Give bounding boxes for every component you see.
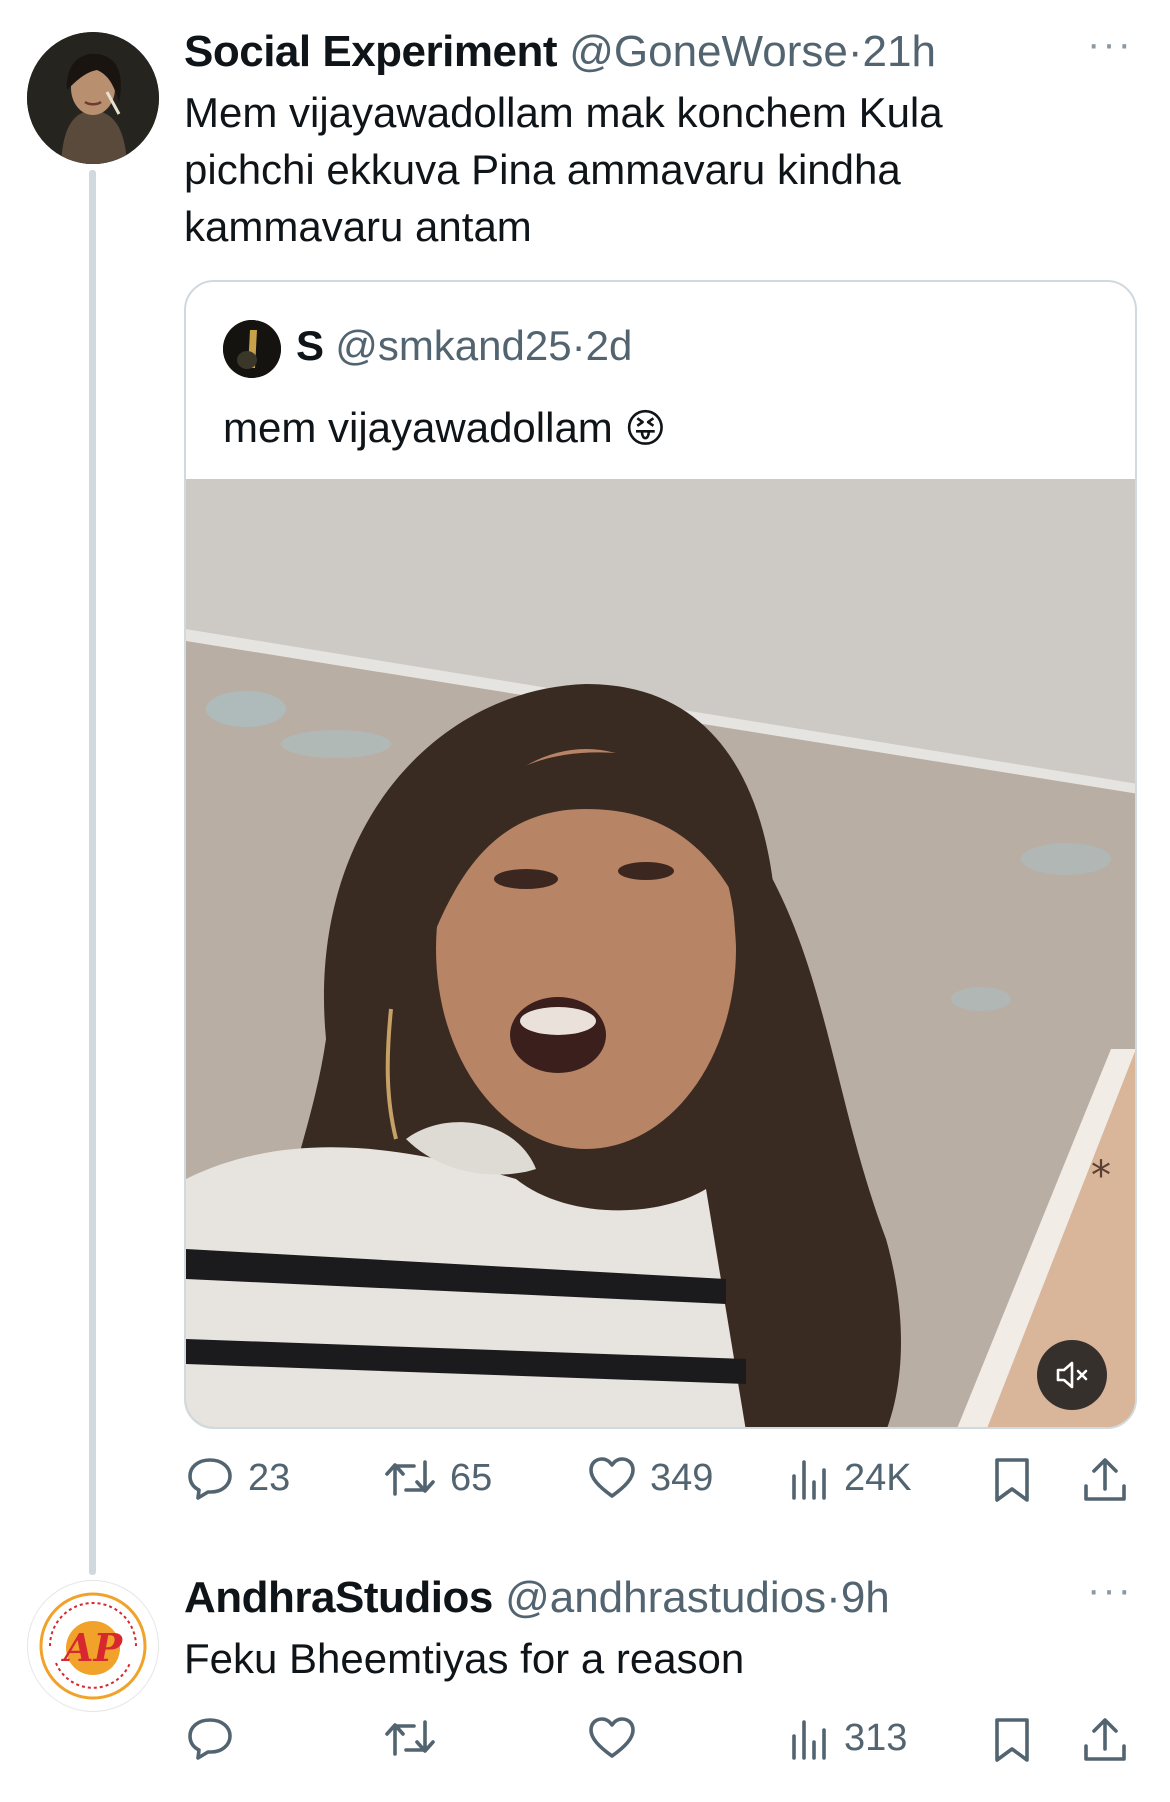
quoted-video[interactable]: *	[186, 479, 1135, 1427]
tweet1-views-button[interactable]: 24K	[790, 1456, 912, 1500]
quote-text-content: mem vijayawadollam	[223, 404, 613, 451]
tweet1-reply-button[interactable]: 23	[186, 1456, 290, 1500]
tweet1-repost-count: 65	[450, 1456, 493, 1499]
tweet1-text-line: pichchi ekkuva Pina ammavaru kindha	[184, 146, 901, 193]
tweet2-share-button[interactable]	[1082, 1716, 1128, 1764]
quote-time[interactable]: 2d	[586, 322, 633, 369]
tweet1-text-line: kammavaru antam	[184, 203, 532, 250]
muted-speaker-icon	[1056, 1361, 1088, 1389]
repost-icon	[385, 1460, 435, 1496]
svg-text:*: *	[1091, 1153, 1111, 1199]
tweet1-display-name[interactable]: Social Experiment	[184, 27, 557, 76]
avatar-s[interactable]	[223, 320, 281, 378]
tweet2-view-count: 313	[844, 1716, 908, 1759]
views-chart-icon	[792, 1720, 826, 1760]
tweet1-more-icon[interactable]: ···	[1087, 22, 1133, 67]
tweet2-handle[interactable]: @andhrastudios	[505, 1573, 826, 1622]
tweet1-text-line: Mem vijayawadollam mak konchem Kula	[184, 89, 943, 136]
tweet2-views-button[interactable]: 313	[790, 1716, 907, 1760]
tweet2-separator: ·	[826, 1573, 841, 1622]
tweet1-text: Mem vijayawadollam mak konchem Kula pich…	[184, 84, 943, 255]
tweet2-time[interactable]: 9h	[841, 1573, 890, 1622]
tweet2-bookmark-button[interactable]	[992, 1716, 1032, 1764]
share-icon	[1084, 1718, 1126, 1761]
tweet1-like-button[interactable]: 349	[588, 1456, 713, 1500]
tweet2-reply-button[interactable]	[186, 1716, 248, 1760]
tweet2-header: AndhraStudios @andhrastudios·9h	[184, 1571, 890, 1625]
reply-icon	[188, 1718, 232, 1760]
tweet1-share-button[interactable]	[1082, 1456, 1128, 1504]
tweet2-repost-button[interactable]	[384, 1716, 450, 1760]
bookmark-icon	[995, 1718, 1029, 1762]
tweet2-more-icon[interactable]: ···	[1087, 1568, 1133, 1613]
tweet2-display-name[interactable]: AndhraStudios	[184, 1573, 493, 1622]
tweet1-bookmark-button[interactable]	[992, 1456, 1032, 1504]
bookmark-icon	[995, 1458, 1029, 1502]
video-frame-image: *	[186, 479, 1135, 1427]
tweet1-separator: ·	[847, 27, 863, 76]
thread-connector-line	[89, 170, 96, 1575]
repost-icon	[385, 1720, 435, 1756]
tweet1-reply-count: 23	[248, 1456, 291, 1499]
tweet2-text: Feku Bheemtiyas for a reason	[184, 1635, 745, 1682]
tweet1-like-count: 349	[650, 1456, 714, 1499]
avatar-social-experiment[interactable]	[27, 32, 159, 164]
share-icon	[1084, 1458, 1126, 1501]
tweet2-like-button[interactable]	[588, 1716, 650, 1760]
heart-icon	[589, 1457, 635, 1498]
quote-separator: ·	[571, 322, 586, 369]
tweet1-handle[interactable]: @GoneWorse	[569, 27, 848, 76]
avatar-andhra-studios[interactable]: AP	[27, 1580, 159, 1712]
quote-handle[interactable]: @smkand25	[335, 322, 571, 369]
svg-text:AP: AP	[61, 1625, 123, 1670]
quoted-tweet-card[interactable]: S @smkand25·2d mem vijayawadollam 😝 *	[184, 280, 1137, 1429]
reply-icon	[188, 1458, 232, 1500]
heart-icon	[589, 1717, 635, 1758]
tweet1-repost-button[interactable]: 65	[384, 1456, 492, 1500]
views-chart-icon	[792, 1460, 826, 1500]
squinting-tongue-emoji-icon: 😝	[624, 407, 667, 451]
quote-display-name[interactable]: S	[296, 322, 324, 369]
tweet1-view-count: 24K	[844, 1456, 912, 1499]
quote-header: S @smkand25·2d	[296, 319, 632, 373]
tweet1-header: Social Experiment @GoneWorse·21h	[184, 25, 936, 79]
quote-text: mem vijayawadollam 😝	[223, 399, 666, 458]
video-mute-button[interactable]	[1037, 1340, 1107, 1410]
tweet1-time[interactable]: 21h	[863, 27, 936, 76]
